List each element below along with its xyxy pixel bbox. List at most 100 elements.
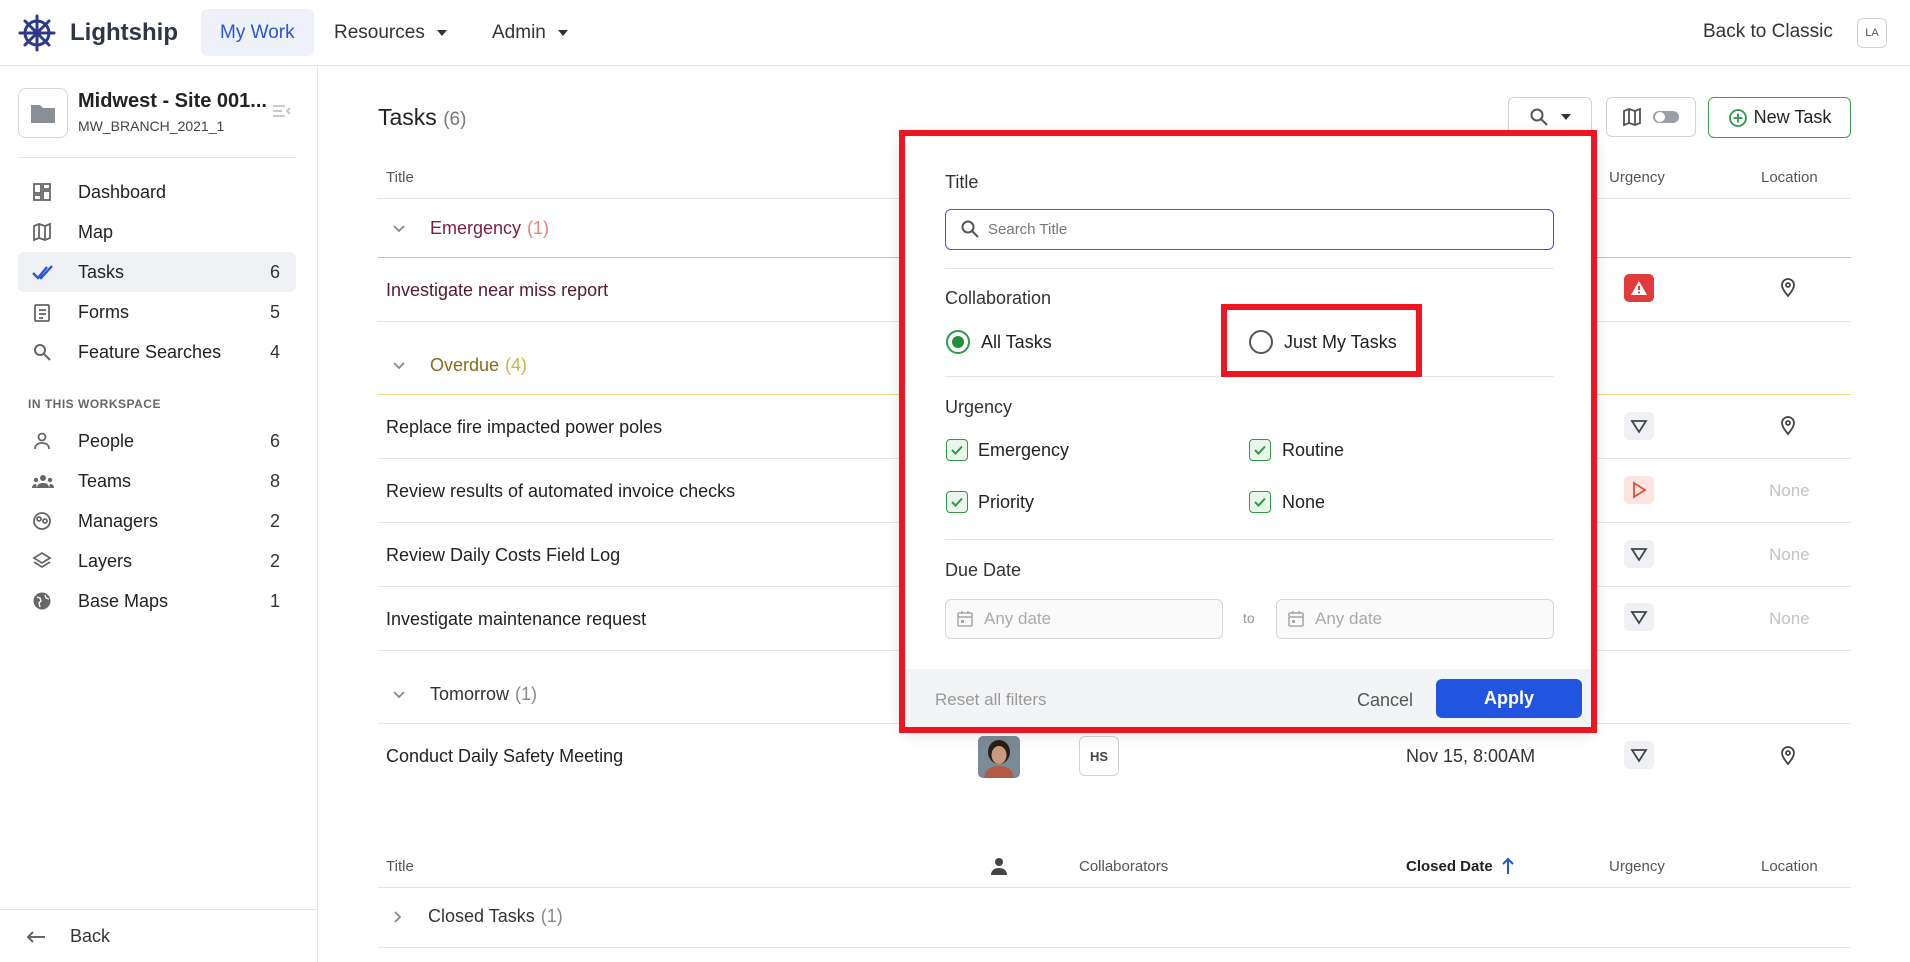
task-title[interactable]: Review Daily Costs Field Log bbox=[386, 545, 620, 566]
sidebar-item-label: Managers bbox=[78, 510, 159, 531]
sidebar-item-label: Forms bbox=[78, 301, 129, 322]
task-title[interactable]: Investigate near miss report bbox=[386, 280, 608, 301]
divider bbox=[378, 887, 1851, 888]
clipboard-icon bbox=[34, 304, 50, 322]
sidebar-divider bbox=[0, 909, 318, 910]
nav-my-work[interactable]: My Work bbox=[201, 9, 314, 56]
assignee-avatar[interactable] bbox=[978, 736, 1020, 778]
sidebar-item-count: 2 bbox=[269, 510, 280, 531]
new-task-button[interactable]: New Task bbox=[1708, 97, 1851, 138]
sidebar-item-tasks[interactable]: Tasks 6 bbox=[18, 252, 296, 292]
caret-down-icon bbox=[436, 29, 447, 36]
layers-icon bbox=[32, 551, 52, 569]
page-title: Tasks (6) bbox=[378, 104, 466, 131]
location-pin-icon[interactable] bbox=[1780, 278, 1796, 298]
group-emergency[interactable]: Emergency (1) bbox=[392, 218, 549, 239]
sidebar-item-label: Tasks bbox=[78, 261, 125, 282]
globe-icon bbox=[33, 592, 51, 610]
sidebar-item-label: Feature Searches bbox=[78, 341, 222, 362]
sidebar-item-layers[interactable]: Layers 2 bbox=[18, 541, 296, 581]
sidebar-item-count: 4 bbox=[269, 341, 280, 362]
nav-label: My Work bbox=[220, 21, 295, 43]
group-count: (4) bbox=[505, 355, 528, 375]
group-count: (1) bbox=[540, 906, 563, 926]
team-icon bbox=[32, 475, 54, 488]
urgency-routine-icon bbox=[1624, 540, 1654, 568]
app-root: Lightship My Work Resources Admin Back t… bbox=[0, 0, 1910, 962]
sidebar-item-people[interactable]: People 6 bbox=[18, 421, 296, 461]
sidebar-item-base-maps[interactable]: Base Maps 1 bbox=[18, 581, 296, 621]
dashboard-icon bbox=[33, 183, 51, 201]
group-closed-tasks[interactable]: Closed Tasks (1) bbox=[392, 906, 563, 927]
group-label: Closed Tasks bbox=[428, 906, 535, 926]
nav-admin[interactable]: Admin bbox=[473, 9, 587, 56]
sidebar-item-managers[interactable]: Managers 2 bbox=[18, 501, 296, 541]
urgency-routine-icon bbox=[1624, 412, 1654, 440]
sidebar-item-label: People bbox=[78, 430, 135, 451]
column-header-collaborators[interactable]: Collaborators bbox=[1079, 858, 1168, 875]
section-heading: IN THIS WORKSPACE bbox=[28, 397, 161, 411]
caret-down-icon bbox=[1561, 114, 1571, 120]
task-title[interactable]: Review results of automated invoice chec… bbox=[386, 481, 735, 502]
page-title-text: Tasks bbox=[378, 104, 437, 130]
sidebar-item-feature-searches[interactable]: Feature Searches 4 bbox=[18, 332, 296, 372]
group-overdue[interactable]: Overdue (4) bbox=[392, 355, 527, 376]
column-header-location[interactable]: Location bbox=[1761, 169, 1818, 186]
column-header-closed-date[interactable]: Closed Date bbox=[1406, 858, 1493, 875]
column-header-location[interactable]: Location bbox=[1761, 858, 1818, 875]
sidebar-item-count: 1 bbox=[269, 590, 280, 611]
location-pin-icon[interactable] bbox=[1780, 746, 1796, 766]
new-task-label: New Task bbox=[1753, 107, 1832, 127]
highlight-box-just-my-tasks bbox=[1221, 304, 1422, 377]
caret-down-icon bbox=[557, 29, 568, 36]
brand[interactable]: Lightship bbox=[18, 14, 178, 52]
location-pin-icon[interactable] bbox=[1780, 416, 1796, 436]
task-title[interactable]: Replace fire impacted power poles bbox=[386, 417, 662, 438]
urgency-routine-icon bbox=[1624, 741, 1654, 769]
map-toggle-button[interactable] bbox=[1606, 97, 1696, 137]
location-none: None bbox=[1769, 609, 1810, 628]
divider bbox=[378, 947, 1851, 948]
collapse-sidebar-icon[interactable] bbox=[272, 104, 292, 118]
task-title[interactable]: Investigate maintenance request bbox=[386, 609, 646, 630]
sidebar-item-dashboard[interactable]: Dashboard bbox=[18, 172, 296, 212]
location-none: None bbox=[1769, 481, 1810, 500]
column-header-urgency[interactable]: Urgency bbox=[1609, 169, 1665, 186]
arrow-up-icon[interactable] bbox=[1501, 857, 1515, 875]
top-bar: Lightship My Work Resources Admin Back t… bbox=[0, 0, 1910, 66]
column-header-title[interactable]: Title bbox=[386, 169, 414, 186]
workspace-title[interactable]: Midwest - Site 001... bbox=[78, 90, 267, 113]
nav-label: Admin bbox=[492, 21, 546, 43]
group-label: Emergency bbox=[430, 218, 522, 238]
sidebar: Midwest - Site 001... MW_BRANCH_2021_1 D… bbox=[0, 66, 318, 962]
back-button[interactable]: Back bbox=[26, 926, 110, 947]
urgency-routine-icon bbox=[1624, 603, 1654, 631]
group-label: Tomorrow bbox=[430, 684, 510, 704]
workspace-code: MW_BRANCH_2021_1 bbox=[78, 118, 225, 134]
sidebar-divider bbox=[18, 157, 296, 158]
back-to-classic-link[interactable]: Back to Classic bbox=[1703, 21, 1833, 43]
sidebar-item-count: 6 bbox=[269, 430, 280, 451]
sidebar-item-teams[interactable]: Teams 8 bbox=[18, 461, 296, 501]
toggle-switch-icon bbox=[1653, 111, 1679, 123]
sidebar-item-forms[interactable]: Forms 5 bbox=[18, 292, 296, 332]
sidebar-item-count: 8 bbox=[269, 470, 280, 491]
sidebar-item-label: Teams bbox=[78, 470, 132, 491]
sidebar-item-map[interactable]: Map bbox=[18, 212, 296, 252]
column-header-urgency[interactable]: Urgency bbox=[1609, 858, 1665, 875]
column-header-title[interactable]: Title bbox=[386, 858, 414, 875]
brand-name: Lightship bbox=[70, 19, 178, 46]
person-icon bbox=[34, 432, 50, 450]
collaborator-badge[interactable]: HS bbox=[1079, 736, 1119, 776]
nav-resources[interactable]: Resources bbox=[315, 9, 466, 56]
user-avatar[interactable]: LA bbox=[1857, 18, 1887, 48]
workspace-folder[interactable] bbox=[18, 88, 68, 138]
chevron-right-icon bbox=[394, 910, 402, 923]
task-title[interactable]: Conduct Daily Safety Meeting bbox=[386, 746, 623, 767]
urgency-priority-icon bbox=[1624, 476, 1654, 504]
group-tomorrow[interactable]: Tomorrow (1) bbox=[392, 684, 537, 705]
person-icon[interactable] bbox=[990, 857, 1008, 875]
map-icon bbox=[1623, 107, 1641, 127]
folder-icon bbox=[31, 105, 55, 123]
map-icon bbox=[33, 222, 51, 242]
